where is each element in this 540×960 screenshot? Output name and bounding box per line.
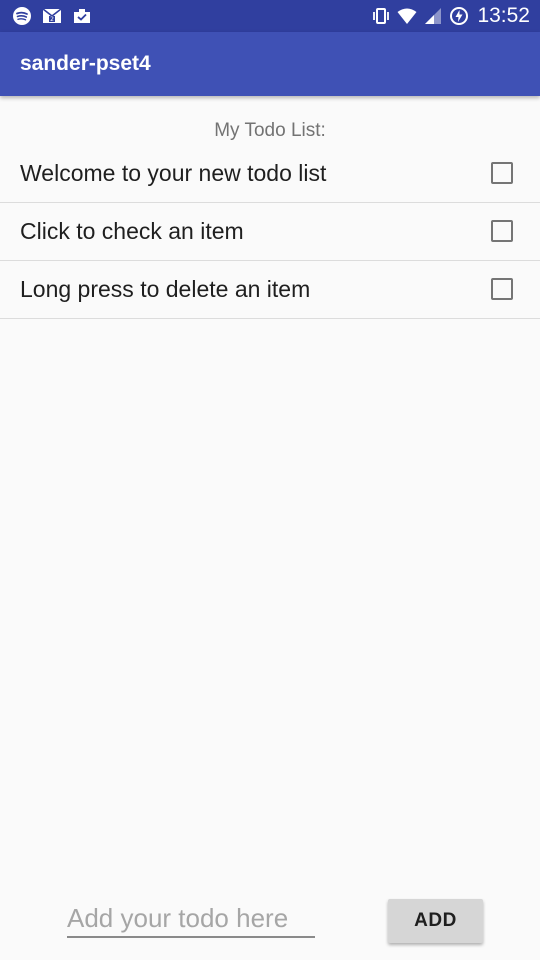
app-bar: sander-pset4 (0, 32, 540, 96)
todo-item[interactable]: Click to check an item (0, 203, 540, 261)
status-bar: 2 13:52 (0, 0, 540, 32)
todo-item-text: Long press to delete an item (20, 276, 311, 302)
add-button[interactable]: ADD (388, 899, 483, 943)
screen: 2 13:52 sander-pset4 My Todo List: Welco… (0, 0, 540, 960)
app-title: sander-pset4 (20, 52, 151, 75)
list-heading: My Todo List: (214, 120, 326, 141)
inbox-icon (72, 6, 92, 26)
todo-item-text: Click to check an item (20, 218, 244, 244)
notification-icons: 2 (12, 6, 92, 26)
svg-text:2: 2 (50, 16, 54, 23)
vibrate-icon (371, 6, 391, 26)
todo-input[interactable] (67, 900, 315, 938)
todo-item[interactable]: Long press to delete an item (0, 261, 540, 319)
spotify-icon (12, 6, 32, 26)
system-icons: 13:52 (371, 3, 530, 29)
todo-item-text: Welcome to your new todo list (20, 160, 327, 186)
todo-item[interactable]: Welcome to your new todo list (0, 145, 540, 203)
battery-charging-icon (449, 6, 469, 26)
todo-list: Welcome to your new todo list Click to c… (0, 145, 540, 319)
gmail-notification-icon: 2 (42, 6, 62, 26)
todo-item-checkbox[interactable] (491, 162, 513, 184)
wifi-icon (397, 6, 417, 26)
status-clock: 13:52 (477, 4, 530, 27)
cell-signal-icon (423, 6, 443, 26)
todo-item-checkbox[interactable] (491, 220, 513, 242)
todo-item-checkbox[interactable] (491, 278, 513, 300)
